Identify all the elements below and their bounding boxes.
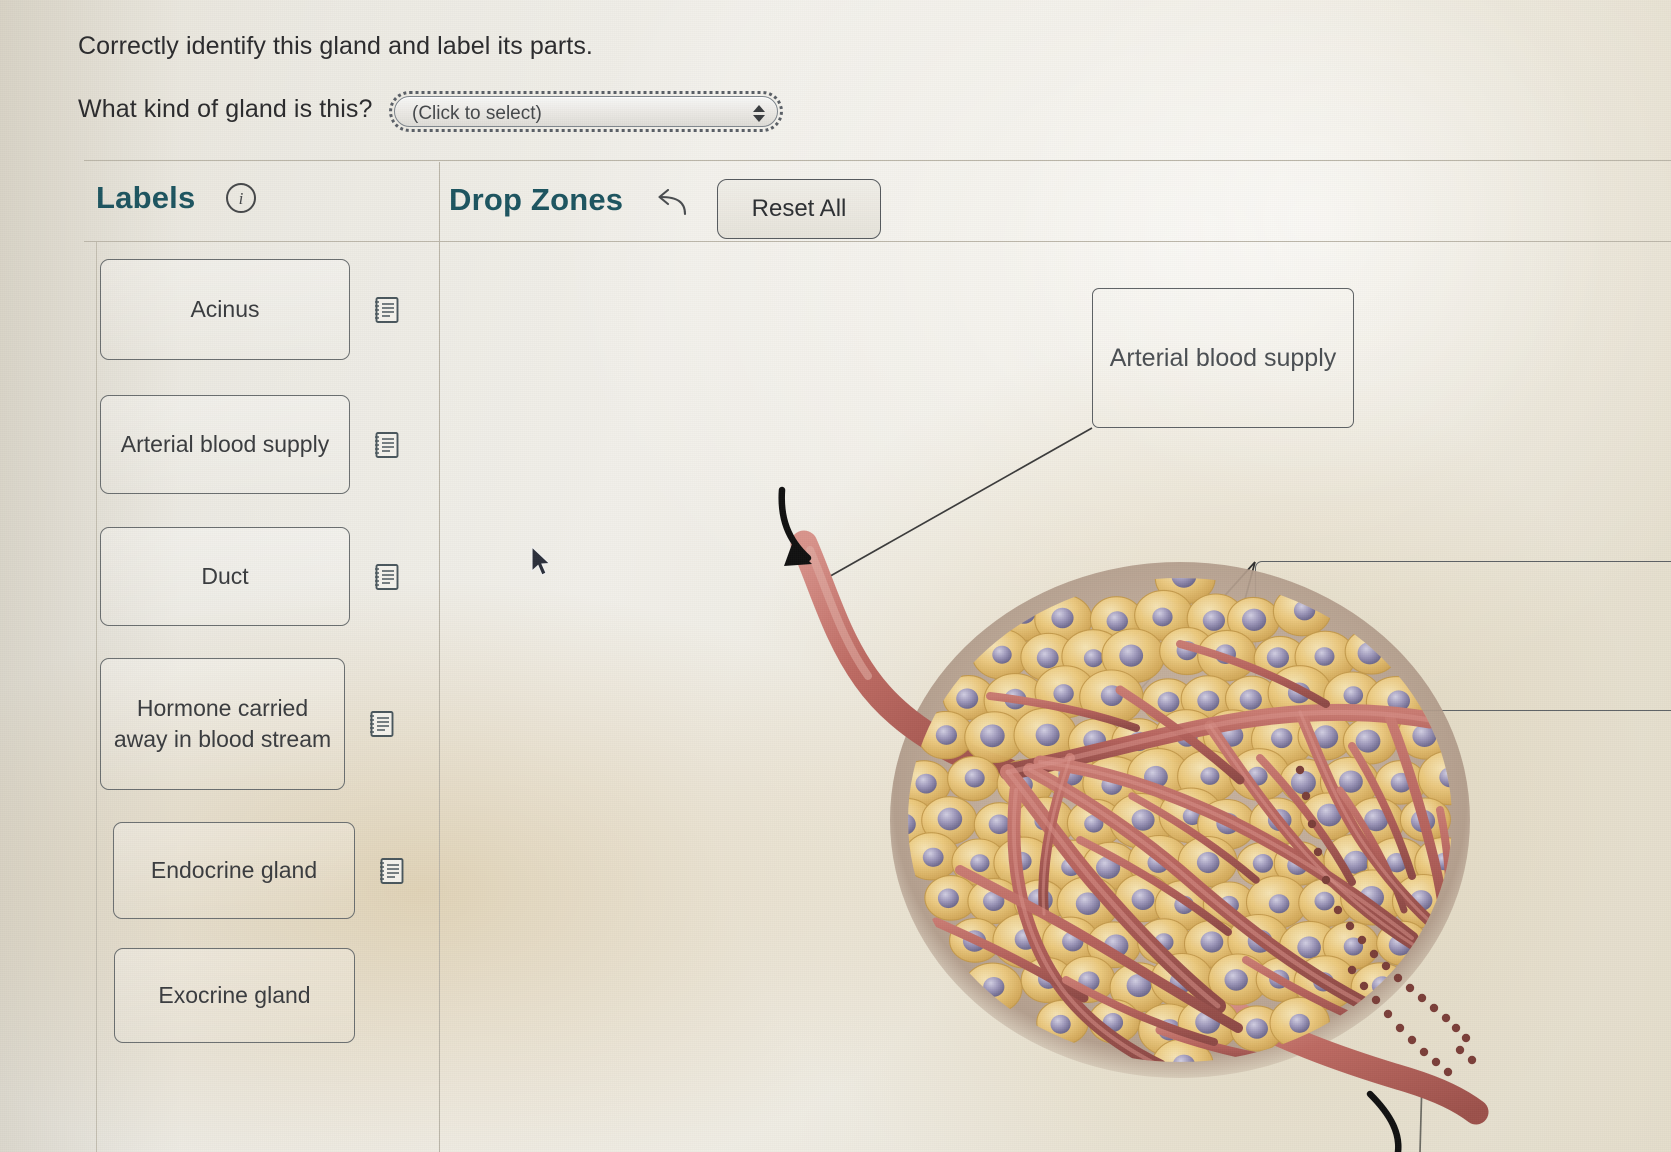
endocrine-gland-illustration <box>778 486 1489 1152</box>
screenshot-page: Correctly identify this gland and label … <box>0 0 1671 1152</box>
mouse-pointer <box>531 546 551 576</box>
